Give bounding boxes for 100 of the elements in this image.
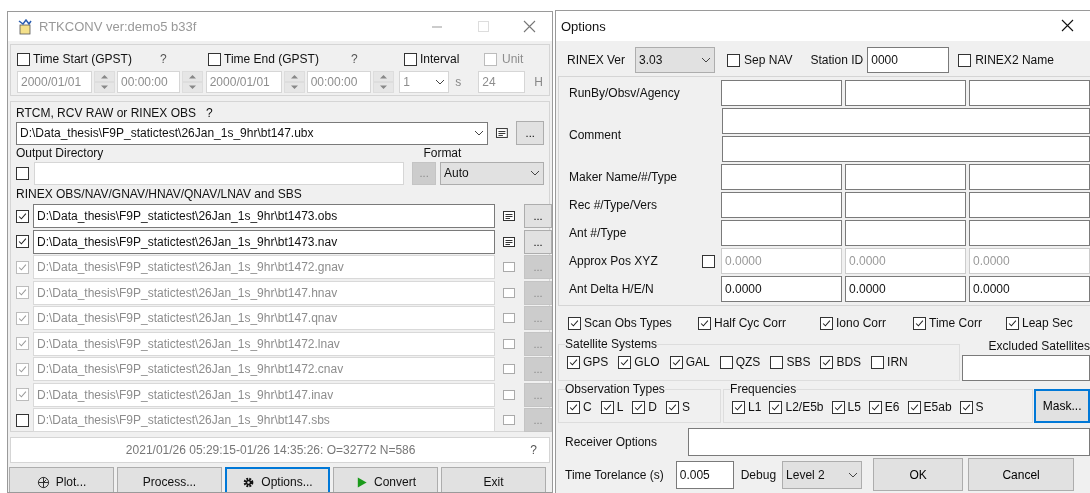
checkbox[interactable] — [567, 400, 580, 414]
value-field[interactable]: 0.0000 — [845, 276, 966, 302]
mask-button[interactable]: Mask... — [1034, 389, 1090, 423]
checkbox[interactable] — [820, 355, 834, 369]
checkbox[interactable] — [871, 355, 885, 369]
checkbox[interactable] — [868, 400, 882, 414]
format-dropdown[interactable]: Auto — [440, 161, 544, 185]
header-field[interactable] — [969, 164, 1090, 190]
time-tolerance-label: Time Torelance (s) — [565, 467, 664, 482]
help-mark[interactable]: ? — [530, 443, 537, 457]
checkmark-icon — [17, 389, 28, 400]
time-field[interactable]: 00:00:00 — [306, 71, 371, 93]
checkbox[interactable] — [16, 235, 29, 248]
checkbox[interactable] — [1006, 316, 1019, 330]
header-field[interactable] — [721, 80, 842, 106]
checkbox-label: S — [682, 400, 691, 414]
checkbox[interactable] — [769, 400, 783, 414]
status-text: 2021/01/26 05:29:15-01/26 14:35:26: O=32772 N=586 — [124, 443, 417, 457]
header-field[interactable] — [721, 220, 842, 246]
header-field[interactable] — [845, 220, 966, 246]
header-field[interactable] — [721, 164, 842, 190]
date-field[interactable]: 2000/01/01 — [205, 71, 282, 93]
checkbox-label: Sep NAV — [744, 53, 793, 67]
view-icon[interactable] — [494, 127, 509, 139]
checkbox[interactable] — [208, 52, 221, 66]
checkbox[interactable] — [831, 400, 845, 414]
checkbox[interactable] — [618, 355, 632, 369]
spinner[interactable] — [182, 71, 203, 93]
checkbox[interactable] — [16, 166, 29, 180]
browse-button[interactable]: ... — [524, 229, 552, 254]
rinex-version-label: RINEX Ver — [567, 53, 626, 67]
spinner[interactable] — [94, 71, 115, 93]
checkbox[interactable] — [404, 52, 417, 66]
spinner[interactable] — [372, 71, 394, 93]
checkbox[interactable] — [702, 254, 715, 268]
checkbox[interactable] — [913, 316, 926, 330]
checkbox[interactable] — [669, 355, 683, 369]
checkbox[interactable] — [666, 400, 680, 414]
checkmark-icon — [17, 210, 28, 222]
output-directory-field[interactable] — [34, 161, 405, 185]
receiver-options-field[interactable] — [688, 428, 1090, 456]
checkbox[interactable] — [600, 400, 614, 414]
checkbox[interactable] — [959, 400, 973, 414]
input-file-dropdown[interactable]: D:\Data_thesis\F9P_statictest\26Jan_1s_9hr\bt147.ubx — [16, 121, 488, 145]
value-field[interactable]: 0.0000 — [969, 276, 1090, 302]
help-mark[interactable]: ? — [160, 52, 167, 66]
checkbox[interactable] — [732, 400, 746, 414]
checkbox[interactable] — [16, 209, 29, 223]
action-button[interactable]: Convert — [333, 467, 438, 492]
view-icon[interactable] — [502, 210, 516, 222]
checkbox[interactable] — [698, 316, 711, 330]
output-file-field[interactable]: D:\Data_thesis\F9P_statictest\26Jan_1s_9hr\bt1473.obs — [33, 204, 495, 228]
browse-button[interactable]: ... — [524, 204, 552, 228]
field-label: Ant #/Type — [569, 226, 627, 240]
checkbox[interactable] — [17, 52, 30, 66]
header-field[interactable] — [721, 192, 842, 218]
output-file-field[interactable]: D:\Data_thesis\F9P_statictest\26Jan_1s_9hr\bt1473.nav — [33, 229, 495, 254]
checkmark-icon — [633, 401, 645, 413]
checkbox[interactable] — [958, 53, 972, 67]
checkbox[interactable] — [567, 355, 580, 369]
checkbox[interactable] — [719, 355, 733, 369]
checkbox[interactable] — [907, 400, 921, 414]
checkmark-icon — [908, 401, 920, 413]
action-button[interactable]: Process... — [117, 467, 222, 492]
header-field[interactable] — [845, 192, 966, 218]
time-tolerance-field[interactable]: 0.005 — [675, 460, 734, 489]
spinner[interactable] — [283, 71, 305, 93]
view-icon[interactable] — [502, 235, 516, 248]
comment-field[interactable] — [722, 108, 1090, 134]
header-field[interactable] — [845, 164, 966, 190]
checkbox-label: QZS — [735, 355, 761, 369]
header-field[interactable] — [969, 220, 1090, 246]
action-button[interactable]: Options... — [225, 467, 330, 492]
header-field[interactable] — [969, 80, 1090, 106]
value-field[interactable]: 0.0000 — [721, 276, 842, 302]
header-field[interactable] — [969, 192, 1090, 218]
station-id-field[interactable]: 0000 — [867, 47, 950, 73]
checkbox[interactable] — [727, 53, 741, 67]
date-field[interactable]: 2000/01/01 — [17, 71, 92, 93]
comment-field[interactable] — [722, 136, 1090, 162]
browse-button[interactable]: ... — [516, 121, 544, 145]
excluded-satellites-label: Excluded Satellites — [988, 339, 1090, 353]
time-field[interactable]: 00:00:00 — [117, 71, 180, 93]
rinex-version-dropdown[interactable]: 3.03 — [635, 47, 716, 73]
dialog-button[interactable]: Cancel — [968, 458, 1075, 491]
output-directory-label: Output Directory — [16, 146, 104, 160]
debug-dropdown[interactable]: Level 2 — [782, 460, 863, 489]
help-mark[interactable]: ? — [351, 52, 358, 66]
checkbox[interactable] — [820, 316, 833, 330]
dialog-button[interactable]: OK — [873, 458, 964, 491]
excluded-satellites-field[interactable] — [962, 355, 1090, 381]
header-field[interactable] — [845, 80, 966, 106]
checkmark-icon — [670, 356, 682, 368]
checkbox[interactable] — [770, 355, 784, 369]
chevron-icon — [435, 79, 446, 85]
help-mark[interactable]: ? — [206, 105, 213, 120]
action-button[interactable]: Plot... — [9, 467, 114, 492]
action-button[interactable]: Exit — [441, 467, 546, 492]
checkbox[interactable] — [632, 400, 646, 414]
checkbox[interactable] — [568, 316, 581, 330]
